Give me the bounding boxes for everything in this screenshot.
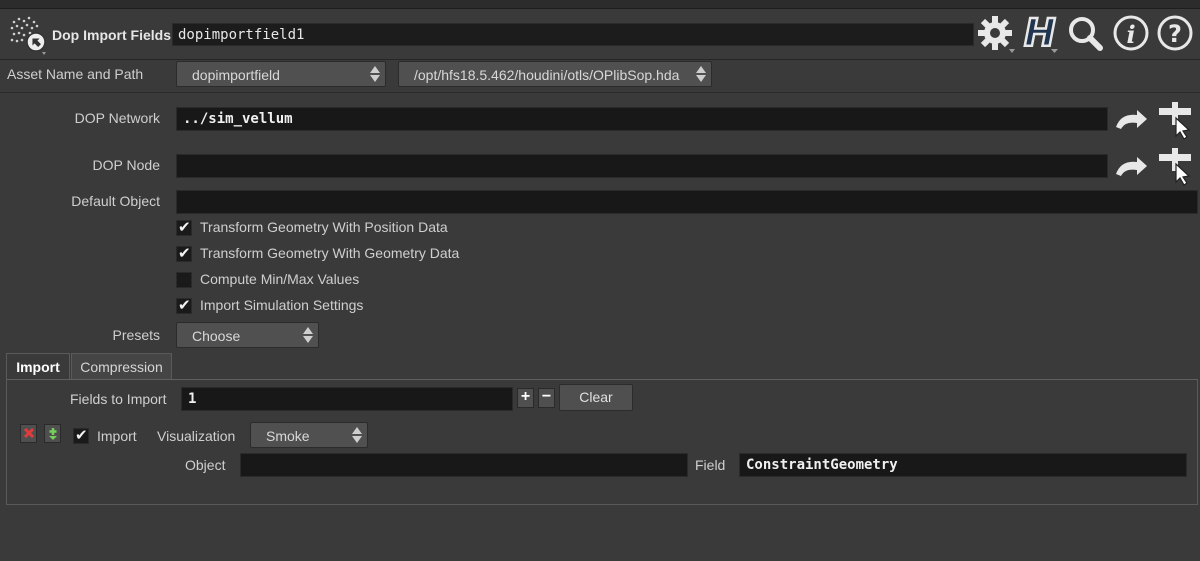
default-object-field[interactable] xyxy=(176,190,1198,214)
object-field[interactable] xyxy=(240,453,688,477)
transform-position-checkbox[interactable] xyxy=(176,218,192,236)
field-name-field[interactable]: ConstraintGeometry xyxy=(739,453,1187,477)
import-sim-settings-label: Import Simulation Settings xyxy=(200,297,364,313)
default-object-label: Default Object xyxy=(71,193,160,209)
insert-icon xyxy=(49,428,57,440)
svg-text:H: H xyxy=(1024,13,1056,55)
menu-arrows-icon xyxy=(352,427,362,443)
tab-compression-label: Compression xyxy=(80,359,163,375)
dop-node-field[interactable] xyxy=(176,154,1108,178)
node-chooser-icon[interactable] xyxy=(1156,100,1196,140)
node-chooser-icon[interactable] xyxy=(1156,146,1196,186)
field-label: Field xyxy=(695,457,726,473)
entry-import-label: Import xyxy=(97,428,137,444)
transform-position-label: Transform Geometry With Position Data xyxy=(200,219,448,235)
houdini-help-icon[interactable]: H xyxy=(1021,13,1061,55)
tab-compression[interactable]: Compression xyxy=(71,353,172,380)
asset-path-value: /opt/hfs18.5.462/houdini/otls/OPlibSop.h… xyxy=(414,67,680,83)
presets-label: Presets xyxy=(112,327,160,343)
clear-label: Clear xyxy=(579,389,613,405)
dop-node-label: DOP Node xyxy=(92,157,160,173)
minus-glyph: − xyxy=(541,388,552,405)
top-strip xyxy=(0,0,1200,9)
svg-text:?: ? xyxy=(1168,20,1182,48)
x-icon xyxy=(23,427,35,439)
node-name-value: dopimportfield1 xyxy=(178,27,305,43)
tab-import[interactable]: Import xyxy=(6,353,70,380)
presets-menu[interactable]: Choose xyxy=(176,322,319,348)
insert-entry-button[interactable] xyxy=(44,424,61,443)
gear-icon[interactable] xyxy=(977,13,1017,55)
field-name-value: ConstraintGeometry xyxy=(746,457,898,473)
compute-minmax-checkbox[interactable] xyxy=(176,272,192,288)
question-icon[interactable]: ? xyxy=(1156,13,1196,55)
visualization-value: Smoke xyxy=(266,428,310,444)
menu-arrows-icon xyxy=(696,66,706,82)
remove-entry-button[interactable] xyxy=(20,424,37,443)
entry-import-checkbox[interactable] xyxy=(73,426,89,444)
menu-arrows-icon xyxy=(370,66,380,82)
remove-field-button[interactable]: − xyxy=(538,388,555,408)
asset-path-menu[interactable]: /opt/hfs18.5.462/houdini/otls/OPlibSop.h… xyxy=(398,61,712,87)
asset-name-menu[interactable]: dopimportfield xyxy=(176,61,386,87)
clear-button[interactable]: Clear xyxy=(559,384,633,411)
asset-label: Asset Name and Path xyxy=(7,66,144,82)
visualization-label: Visualization xyxy=(157,428,236,444)
add-field-button[interactable]: + xyxy=(517,388,534,408)
compute-minmax-label: Compute Min/Max Values xyxy=(200,271,360,287)
fields-to-import-label: Fields to Import xyxy=(70,391,167,407)
dop-network-field[interactable]: ../sim_vellum xyxy=(176,107,1108,131)
tab-import-label: Import xyxy=(16,359,60,375)
node-type-label: Dop Import Fields xyxy=(52,27,171,43)
divider xyxy=(0,92,1200,93)
menu-arrows-icon xyxy=(303,327,313,343)
transform-geometry-label: Transform Geometry With Geometry Data xyxy=(200,245,460,261)
plus-glyph: + xyxy=(520,388,531,405)
jump-to-node-icon[interactable] xyxy=(1113,105,1151,135)
asset-name-value: dopimportfield xyxy=(192,67,280,83)
dop-network-label: DOP Network xyxy=(74,110,160,126)
object-label: Object xyxy=(185,457,226,473)
svg-text:i: i xyxy=(1126,20,1135,49)
jump-to-node-icon[interactable] xyxy=(1113,152,1151,182)
presets-value: Choose xyxy=(192,328,241,344)
fields-to-import-field[interactable]: 1 xyxy=(181,387,513,411)
transform-geometry-checkbox[interactable] xyxy=(176,244,192,262)
magnifier-icon[interactable] xyxy=(1065,13,1105,55)
dop-network-value: ../sim_vellum xyxy=(183,111,293,127)
node-name-field[interactable]: dopimportfield1 xyxy=(172,23,974,46)
import-sim-settings-checkbox[interactable] xyxy=(176,296,192,314)
fields-to-import-value: 1 xyxy=(188,391,197,407)
visualization-menu[interactable]: Smoke xyxy=(250,422,368,448)
info-icon[interactable]: i xyxy=(1112,13,1152,55)
node-type-icon[interactable] xyxy=(8,14,50,56)
